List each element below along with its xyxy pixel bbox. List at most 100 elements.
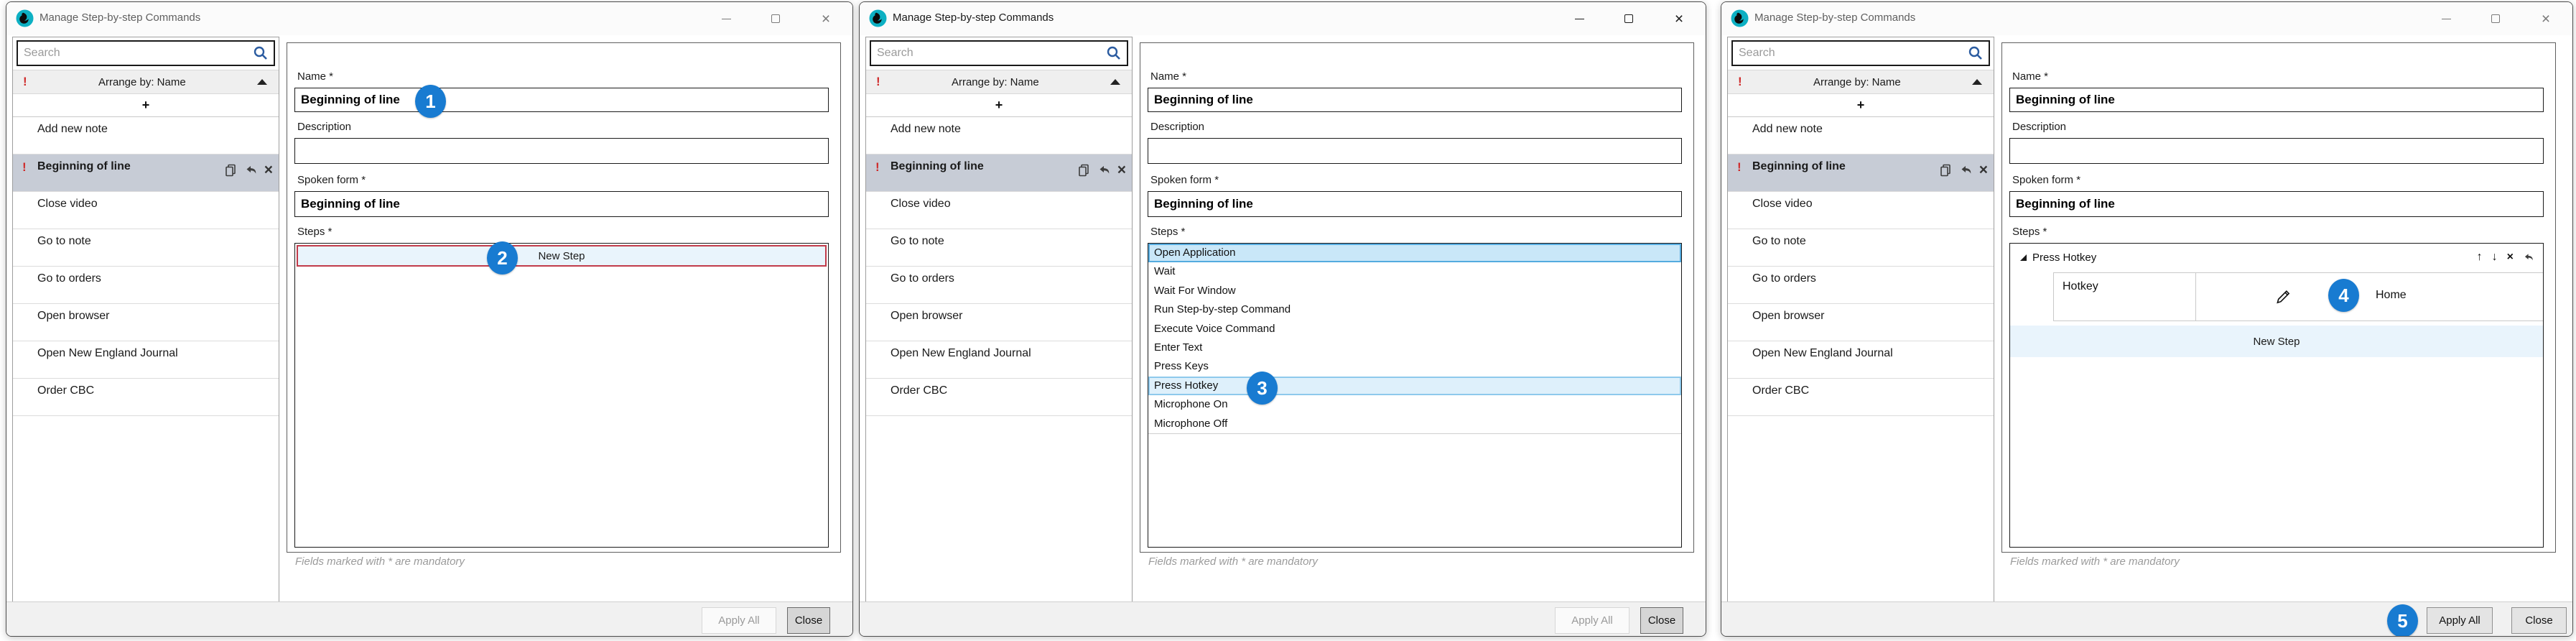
close-icon: ×: [1675, 11, 1683, 27]
search-icon[interactable]: [1968, 45, 1984, 61]
step-item-header[interactable]: Press Hotkey ↑ ↓ ×: [2010, 246, 2543, 268]
step-type-option[interactable]: Open Application: [1148, 244, 1681, 262]
search-icon[interactable]: [1106, 45, 1122, 61]
list-item[interactable]: Go to orders: [866, 267, 1132, 304]
list-item[interactable]: Order CBC: [866, 379, 1132, 416]
step-type-option[interactable]: Wait For Window: [1148, 282, 1681, 300]
expander-icon[interactable]: [2020, 254, 2027, 261]
list-item[interactable]: Open New England Journal: [866, 341, 1132, 379]
add-command-button[interactable]: +: [13, 94, 279, 117]
add-command-button[interactable]: +: [866, 94, 1132, 117]
arrange-by-label: Arrange by: Name: [880, 76, 1110, 88]
list-item[interactable]: Go to orders: [1728, 267, 1994, 304]
undo-icon[interactable]: [1959, 163, 1973, 177]
edit-pencil-icon[interactable]: [2274, 287, 2292, 306]
spoken-form-field[interactable]: Beginning of line: [294, 191, 829, 217]
move-step-down-icon[interactable]: ↓: [2492, 251, 2498, 264]
add-command-button[interactable]: +: [1728, 94, 1994, 117]
minimize-button[interactable]: [2435, 2, 2457, 35]
close-button[interactable]: Close: [1640, 607, 1683, 634]
close-window-button[interactable]: ×: [815, 2, 837, 35]
list-item[interactable]: Order CBC: [1728, 379, 1994, 416]
hotkey-value-cell[interactable]: Home: [2196, 273, 2544, 320]
step-type-option[interactable]: Wait: [1148, 262, 1681, 281]
step-type-option[interactable]: Execute Voice Command: [1148, 320, 1681, 338]
name-field[interactable]: Beginning of line: [1148, 88, 1682, 112]
new-step-button[interactable]: New Step: [297, 245, 827, 267]
search-input[interactable]: [18, 42, 243, 65]
list-item-selected[interactable]: ! Beginning of line ×: [866, 155, 1132, 192]
close-button[interactable]: Close: [2511, 607, 2567, 634]
delete-icon[interactable]: ×: [1979, 162, 1988, 177]
command-editor-panel: Name * Beginning of line Description Spo…: [1140, 42, 1694, 553]
maximize-button[interactable]: [1618, 2, 1640, 35]
arrange-by-header[interactable]: ! Arrange by: Name: [1728, 70, 1994, 94]
step-type-option[interactable]: Microphone Off: [1148, 415, 1681, 433]
list-item[interactable]: Open New England Journal: [13, 341, 279, 379]
search-icon[interactable]: [253, 45, 269, 61]
minimize-button[interactable]: [715, 2, 737, 35]
apply-all-button[interactable]: Apply All: [702, 607, 776, 634]
list-item[interactable]: Add new note: [13, 117, 279, 155]
list-item-selected[interactable]: ! Beginning of line ×: [1728, 155, 1994, 192]
copy-icon[interactable]: [1077, 163, 1091, 177]
move-step-up-icon[interactable]: ↑: [2477, 251, 2483, 264]
step-type-option[interactable]: Press Keys: [1148, 357, 1681, 376]
close-button[interactable]: Close: [787, 607, 830, 634]
step-type-option[interactable]: Microphone On: [1148, 395, 1681, 414]
step-type-option[interactable]: Enter Text: [1148, 338, 1681, 357]
name-field[interactable]: Beginning of line: [294, 88, 829, 112]
minimize-button[interactable]: [1568, 2, 1590, 35]
list-item[interactable]: Open browser: [1728, 304, 1994, 341]
step-type-option[interactable]: Run Step-by-step Command: [1148, 300, 1681, 319]
dialog-window-3: Manage Step-by-step Commands × ! Arrange…: [1721, 1, 2573, 637]
list-item[interactable]: Close video: [13, 192, 279, 229]
apply-all-button[interactable]: Apply All: [2427, 607, 2493, 634]
undo-icon[interactable]: [1097, 163, 1111, 177]
list-item[interactable]: Go to orders: [13, 267, 279, 304]
list-item[interactable]: Add new note: [866, 117, 1132, 155]
list-item[interactable]: Order CBC: [13, 379, 279, 416]
mandatory-fields-note: Fields marked with * are mandatory: [2010, 555, 2180, 568]
name-field[interactable]: Beginning of line: [2009, 88, 2544, 112]
maximize-button[interactable]: [765, 2, 786, 35]
spoken-form-field[interactable]: Beginning of line: [2009, 191, 2544, 217]
list-item[interactable]: Close video: [1728, 192, 1994, 229]
new-step-button[interactable]: New Step: [2010, 326, 2543, 357]
arrange-by-header[interactable]: ! Arrange by: Name: [866, 70, 1132, 94]
copy-icon[interactable]: [224, 163, 238, 177]
arrange-by-header[interactable]: ! Arrange by: Name: [13, 70, 279, 94]
list-item-selected[interactable]: ! Beginning of line ×: [13, 155, 279, 192]
spoken-form-field[interactable]: Beginning of line: [1148, 191, 1682, 217]
undo-icon[interactable]: [244, 163, 258, 177]
list-item[interactable]: Open browser: [866, 304, 1132, 341]
dialog-window-2: Manage Step-by-step Commands × ! Arrange…: [859, 1, 1706, 637]
description-field[interactable]: [1148, 138, 1682, 164]
delete-step-icon[interactable]: ×: [2507, 251, 2514, 264]
delete-icon[interactable]: ×: [1117, 162, 1126, 177]
list-item[interactable]: Add new note: [1728, 117, 1994, 155]
list-item[interactable]: Open browser: [13, 304, 279, 341]
copy-icon[interactable]: [1939, 163, 1953, 177]
list-item[interactable]: Go to note: [866, 229, 1132, 267]
description-field[interactable]: [294, 138, 829, 164]
search-box: [870, 40, 1128, 66]
search-input[interactable]: [871, 42, 1097, 65]
window-title: Manage Step-by-step Commands: [893, 11, 1054, 24]
delete-icon[interactable]: ×: [264, 162, 273, 177]
dialog-footer: Apply All Close: [860, 601, 1706, 636]
maximize-button[interactable]: [2485, 2, 2506, 35]
description-field[interactable]: [2009, 138, 2544, 164]
list-item[interactable]: Open New England Journal: [1728, 341, 1994, 379]
name-label: Name *: [2012, 70, 2048, 83]
close-window-button[interactable]: ×: [1668, 2, 1690, 35]
apply-all-button[interactable]: Apply All: [1555, 607, 1629, 634]
close-window-button[interactable]: ×: [2535, 2, 2557, 35]
list-item[interactable]: Close video: [866, 192, 1132, 229]
list-item[interactable]: Go to note: [1728, 229, 1994, 267]
step-type-option-press-hotkey[interactable]: Press Hotkey: [1148, 377, 1681, 395]
undo-step-icon[interactable]: [2523, 252, 2534, 263]
list-item[interactable]: Go to note: [13, 229, 279, 267]
search-input[interactable]: [1733, 42, 1958, 65]
dialog-footer: Apply All Close: [1721, 601, 2572, 636]
